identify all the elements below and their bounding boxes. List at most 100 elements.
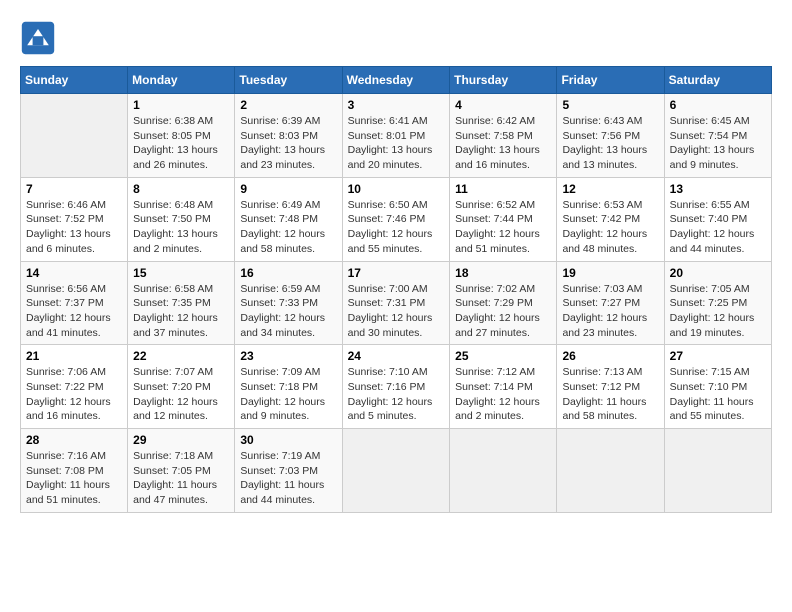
- day-info: Sunrise: 7:19 AM Sunset: 7:03 PM Dayligh…: [240, 449, 336, 508]
- day-info: Sunrise: 7:15 AM Sunset: 7:10 PM Dayligh…: [670, 365, 766, 424]
- calendar-cell: 19 Sunrise: 7:03 AM Sunset: 7:27 PM Dayli…: [557, 261, 664, 345]
- day-info: Sunrise: 7:00 AM Sunset: 7:31 PM Dayligh…: [348, 282, 445, 341]
- day-number: 30: [240, 433, 336, 447]
- day-number: 6: [670, 98, 766, 112]
- day-info: Sunrise: 6:38 AM Sunset: 8:05 PM Dayligh…: [133, 114, 229, 173]
- day-number: 18: [455, 266, 551, 280]
- calendar-cell: 30 Sunrise: 7:19 AM Sunset: 7:03 PM Dayli…: [235, 429, 342, 513]
- day-number: 21: [26, 349, 122, 363]
- calendar-cell: 20 Sunrise: 7:05 AM Sunset: 7:25 PM Dayli…: [664, 261, 771, 345]
- day-info: Sunrise: 7:13 AM Sunset: 7:12 PM Dayligh…: [562, 365, 658, 424]
- day-info: Sunrise: 6:39 AM Sunset: 8:03 PM Dayligh…: [240, 114, 336, 173]
- calendar-cell: 10Sunrise: 6:50 AM Sunset: 7:46 PM Dayli…: [342, 177, 450, 261]
- day-number: 5: [562, 98, 658, 112]
- page-header: [20, 20, 772, 56]
- day-header-saturday: Saturday: [664, 67, 771, 94]
- week-row-1: 1 Sunrise: 6:38 AM Sunset: 8:05 PM Daylig…: [21, 94, 772, 178]
- day-info: Sunrise: 6:58 AM Sunset: 7:35 PM Dayligh…: [133, 282, 229, 341]
- calendar-cell: 22 Sunrise: 7:07 AM Sunset: 7:20 PM Dayli…: [128, 345, 235, 429]
- day-number: 27: [670, 349, 766, 363]
- calendar-cell: 9 Sunrise: 6:49 AM Sunset: 7:48 PM Daylig…: [235, 177, 342, 261]
- day-info: Sunrise: 6:56 AM Sunset: 7:37 PM Dayligh…: [26, 282, 122, 341]
- day-number: 9: [240, 182, 336, 196]
- day-number: 3: [348, 98, 445, 112]
- calendar-cell: [450, 429, 557, 513]
- week-row-5: 28Sunrise: 7:16 AM Sunset: 7:08 PM Dayli…: [21, 429, 772, 513]
- calendar-cell: 18 Sunrise: 7:02 AM Sunset: 7:29 PM Dayli…: [450, 261, 557, 345]
- calendar-table: SundayMondayTuesdayWednesdayThursdayFrid…: [20, 66, 772, 513]
- calendar-cell: 16Sunrise: 6:59 AM Sunset: 7:33 PM Dayli…: [235, 261, 342, 345]
- calendar-cell: 11Sunrise: 6:52 AM Sunset: 7:44 PM Dayli…: [450, 177, 557, 261]
- day-number: 20: [670, 266, 766, 280]
- day-info: Sunrise: 7:03 AM Sunset: 7:27 PM Dayligh…: [562, 282, 658, 341]
- day-info: Sunrise: 6:49 AM Sunset: 7:48 PM Dayligh…: [240, 198, 336, 257]
- calendar-cell: 5 Sunrise: 6:43 AM Sunset: 7:56 PM Daylig…: [557, 94, 664, 178]
- day-number: 25: [455, 349, 551, 363]
- calendar-cell: 23Sunrise: 7:09 AM Sunset: 7:18 PM Dayli…: [235, 345, 342, 429]
- day-header-thursday: Thursday: [450, 67, 557, 94]
- calendar-cell: 14 Sunrise: 6:56 AM Sunset: 7:37 PM Dayli…: [21, 261, 128, 345]
- day-number: 15: [133, 266, 229, 280]
- day-number: 19: [562, 266, 658, 280]
- day-info: Sunrise: 6:53 AM Sunset: 7:42 PM Dayligh…: [562, 198, 658, 257]
- day-number: 23: [240, 349, 336, 363]
- day-number: 17: [348, 266, 445, 280]
- day-info: Sunrise: 7:18 AM Sunset: 7:05 PM Dayligh…: [133, 449, 229, 508]
- calendar-cell: 13Sunrise: 6:55 AM Sunset: 7:40 PM Dayli…: [664, 177, 771, 261]
- day-info: Sunrise: 6:50 AM Sunset: 7:46 PM Dayligh…: [348, 198, 445, 257]
- day-info: Sunrise: 6:41 AM Sunset: 8:01 PM Dayligh…: [348, 114, 445, 173]
- day-number: 22: [133, 349, 229, 363]
- calendar-cell: 26 Sunrise: 7:13 AM Sunset: 7:12 PM Dayli…: [557, 345, 664, 429]
- calendar-cell: 12 Sunrise: 6:53 AM Sunset: 7:42 PM Dayli…: [557, 177, 664, 261]
- calendar-cell: 24Sunrise: 7:10 AM Sunset: 7:16 PM Dayli…: [342, 345, 450, 429]
- day-number: 28: [26, 433, 122, 447]
- day-number: 8: [133, 182, 229, 196]
- day-number: 2: [240, 98, 336, 112]
- calendar-cell: [21, 94, 128, 178]
- calendar-cell: 27 Sunrise: 7:15 AM Sunset: 7:10 PM Dayli…: [664, 345, 771, 429]
- day-number: 29: [133, 433, 229, 447]
- day-info: Sunrise: 7:05 AM Sunset: 7:25 PM Dayligh…: [670, 282, 766, 341]
- calendar-cell: 1 Sunrise: 6:38 AM Sunset: 8:05 PM Daylig…: [128, 94, 235, 178]
- calendar-cell: 4 Sunrise: 6:42 AM Sunset: 7:58 PM Daylig…: [450, 94, 557, 178]
- calendar-cell: 25 Sunrise: 7:12 AM Sunset: 7:14 PM Dayli…: [450, 345, 557, 429]
- day-info: Sunrise: 6:45 AM Sunset: 7:54 PM Dayligh…: [670, 114, 766, 173]
- day-info: Sunrise: 6:59 AM Sunset: 7:33 PM Dayligh…: [240, 282, 336, 341]
- day-number: 7: [26, 182, 122, 196]
- day-number: 24: [348, 349, 445, 363]
- day-info: Sunrise: 6:46 AM Sunset: 7:52 PM Dayligh…: [26, 198, 122, 257]
- calendar-cell: 7 Sunrise: 6:46 AM Sunset: 7:52 PM Daylig…: [21, 177, 128, 261]
- week-row-2: 7 Sunrise: 6:46 AM Sunset: 7:52 PM Daylig…: [21, 177, 772, 261]
- day-number: 1: [133, 98, 229, 112]
- day-info: Sunrise: 7:06 AM Sunset: 7:22 PM Dayligh…: [26, 365, 122, 424]
- calendar-cell: 6 Sunrise: 6:45 AM Sunset: 7:54 PM Daylig…: [664, 94, 771, 178]
- day-number: 14: [26, 266, 122, 280]
- day-number: 11: [455, 182, 551, 196]
- day-info: Sunrise: 7:12 AM Sunset: 7:14 PM Dayligh…: [455, 365, 551, 424]
- calendar-cell: 21 Sunrise: 7:06 AM Sunset: 7:22 PM Dayli…: [21, 345, 128, 429]
- logo-icon: [20, 20, 56, 56]
- calendar-cell: [342, 429, 450, 513]
- calendar-header-row: SundayMondayTuesdayWednesdayThursdayFrid…: [21, 67, 772, 94]
- calendar-cell: 3 Sunrise: 6:41 AM Sunset: 8:01 PM Daylig…: [342, 94, 450, 178]
- day-header-wednesday: Wednesday: [342, 67, 450, 94]
- day-header-sunday: Sunday: [21, 67, 128, 94]
- calendar-cell: 17 Sunrise: 7:00 AM Sunset: 7:31 PM Dayli…: [342, 261, 450, 345]
- day-header-monday: Monday: [128, 67, 235, 94]
- day-info: Sunrise: 6:42 AM Sunset: 7:58 PM Dayligh…: [455, 114, 551, 173]
- calendar-cell: 8 Sunrise: 6:48 AM Sunset: 7:50 PM Daylig…: [128, 177, 235, 261]
- day-info: Sunrise: 7:02 AM Sunset: 7:29 PM Dayligh…: [455, 282, 551, 341]
- day-info: Sunrise: 6:43 AM Sunset: 7:56 PM Dayligh…: [562, 114, 658, 173]
- calendar-cell: 28Sunrise: 7:16 AM Sunset: 7:08 PM Dayli…: [21, 429, 128, 513]
- calendar-cell: [557, 429, 664, 513]
- calendar-cell: 15 Sunrise: 6:58 AM Sunset: 7:35 PM Dayli…: [128, 261, 235, 345]
- week-row-3: 14 Sunrise: 6:56 AM Sunset: 7:37 PM Dayli…: [21, 261, 772, 345]
- week-row-4: 21 Sunrise: 7:06 AM Sunset: 7:22 PM Dayli…: [21, 345, 772, 429]
- day-number: 4: [455, 98, 551, 112]
- calendar-cell: [664, 429, 771, 513]
- calendar-cell: 29 Sunrise: 7:18 AM Sunset: 7:05 PM Dayli…: [128, 429, 235, 513]
- day-info: Sunrise: 6:48 AM Sunset: 7:50 PM Dayligh…: [133, 198, 229, 257]
- day-number: 12: [562, 182, 658, 196]
- day-info: Sunrise: 7:07 AM Sunset: 7:20 PM Dayligh…: [133, 365, 229, 424]
- day-number: 26: [562, 349, 658, 363]
